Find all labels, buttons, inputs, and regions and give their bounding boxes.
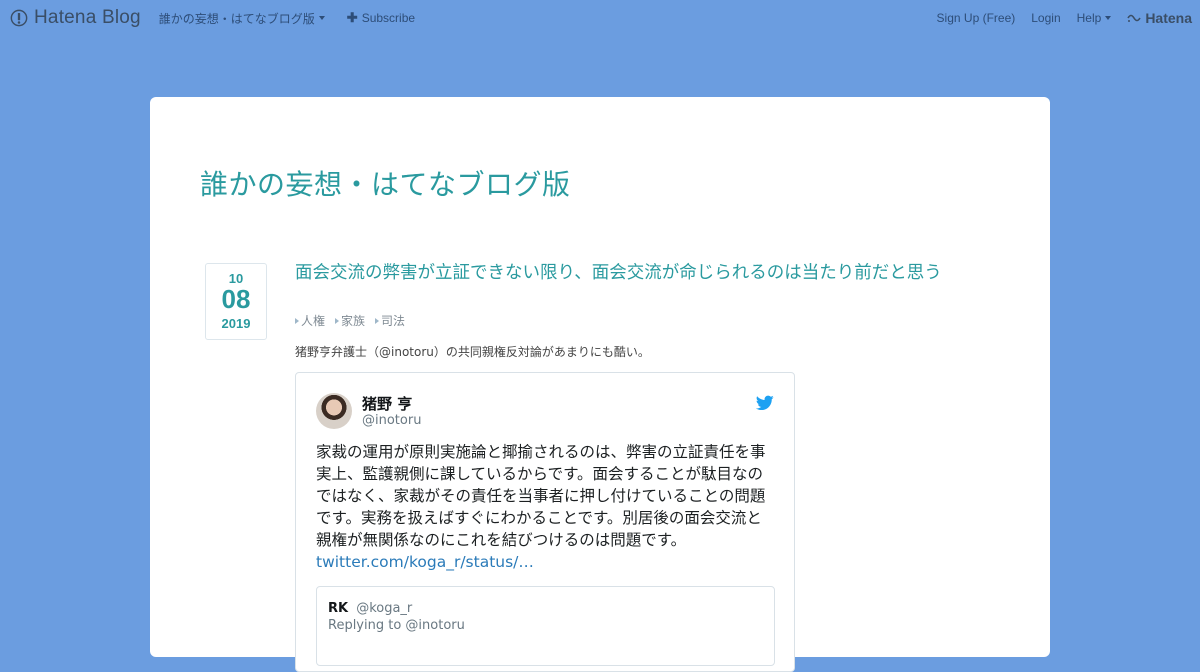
category-triangle-icon — [375, 317, 380, 324]
quoted-tweet[interactable]: RK @koga_r Replying to @inotoru — [316, 586, 775, 666]
avatar[interactable] — [316, 393, 352, 429]
tweet-body: 家裁の運用が原則実施論と揶揄されるのは、弊害の立証責任を事実上、監護親側に課して… — [316, 441, 776, 573]
category-triangle-icon — [335, 317, 340, 324]
embedded-tweet[interactable]: 猪野 亨 @inotoru 家裁の運用が原則実施論と揶揄されるのは、弊害の立証責… — [295, 372, 795, 672]
subscribe-label: Subscribe — [361, 11, 416, 25]
tweet-link[interactable]: twitter.com/koga_r/status/… — [316, 553, 534, 571]
hatena-blog-logo[interactable]: Hatena Blog — [10, 7, 141, 29]
login-link[interactable]: Login — [1031, 11, 1060, 25]
global-header: Hatena Blog 誰かの妄想・はてなブログ版 ✚ Subscribe Si… — [0, 0, 1200, 36]
caret-down-icon — [1105, 16, 1112, 20]
category-link[interactable]: 家族 — [335, 312, 365, 329]
date-day: 08 — [221, 284, 251, 314]
quoted-author-name: RK — [328, 601, 349, 616]
entry-date[interactable]: 10 08 2019 — [205, 263, 267, 340]
hatena-logo-icon — [1127, 14, 1141, 22]
hatena-label: Hatena — [1145, 10, 1192, 26]
category-label: 人権 — [301, 314, 326, 328]
entry-title[interactable]: 面会交流の弊害が立証できない限り、面会交流が命じられるのは当たり前だと思う — [295, 261, 955, 285]
quoted-author-handle: @koga_r — [356, 601, 413, 616]
plus-icon: ✚ — [346, 10, 358, 25]
twitter-bird-icon[interactable] — [756, 395, 774, 411]
tweet-text: 家裁の運用が原則実施論と揶揄されるのは、弊害の立証責任を事実上、監護親側に課して… — [316, 443, 766, 549]
hatena-logo[interactable]: Hatena — [1127, 10, 1192, 26]
signup-link[interactable]: Sign Up (Free) — [937, 11, 1016, 25]
blog-menu-label: 誰かの妄想・はてなブログ版 — [158, 11, 315, 26]
subscribe-button[interactable]: ✚ Subscribe — [347, 10, 415, 26]
tweet-author-name[interactable]: 猪野 亨 — [362, 393, 412, 414]
brand-name: Hatena Blog — [34, 7, 141, 28]
header-right: Sign Up (Free) Login Help Hatena — [921, 10, 1192, 26]
category-label: 家族 — [341, 314, 366, 328]
date-year: 2019 — [221, 316, 251, 331]
category-triangle-icon — [295, 317, 299, 324]
header-left: Hatena Blog 誰かの妄想・はてなブログ版 ✚ Subscribe — [10, 7, 437, 29]
entry-intro: 猪野亨弁護士（@inotoru）の共同親権反対論があまりにも酷い。 — [295, 345, 650, 359]
hatena-blog-logo-icon — [10, 9, 28, 27]
help-dropdown[interactable]: Help — [1077, 11, 1112, 25]
quoted-reply-to: Replying to @inotoru — [328, 618, 465, 633]
category-link[interactable]: 人権 — [295, 312, 325, 329]
category-link[interactable]: 司法 — [375, 312, 405, 329]
blog-menu-dropdown[interactable]: 誰かの妄想・はてなブログ版 — [159, 10, 325, 27]
blog-title[interactable]: 誰かの妄想・はてなブログ版 — [200, 163, 571, 203]
help-label: Help — [1076, 11, 1102, 25]
caret-down-icon — [318, 16, 325, 20]
entry-categories: 人権 家族 司法 — [295, 312, 405, 329]
category-label: 司法 — [381, 314, 406, 328]
blog-card: 誰かの妄想・はてなブログ版 10 08 2019 面会交流の弊害が立証できない限… — [150, 97, 1050, 672]
tweet-author-handle[interactable]: @inotoru — [362, 413, 421, 428]
